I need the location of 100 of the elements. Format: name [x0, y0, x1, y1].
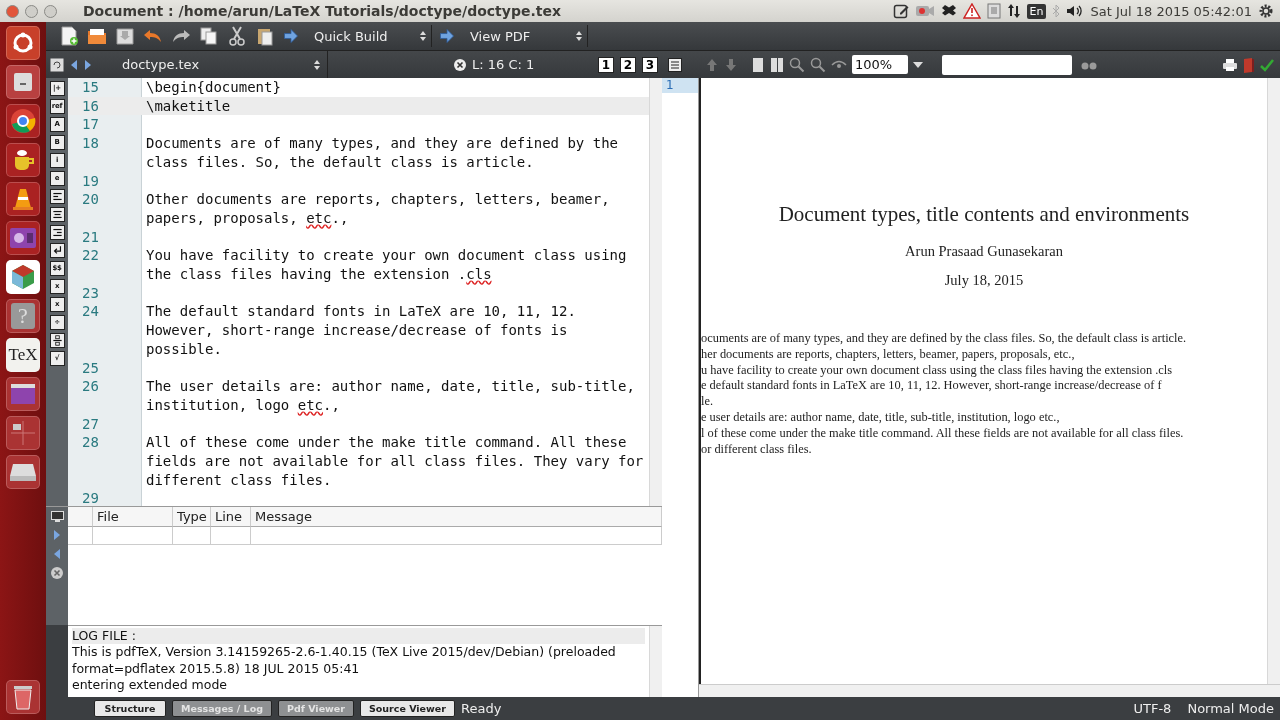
- copy-icon[interactable]: [198, 25, 220, 47]
- zoom-field[interactable]: 100%: [852, 55, 908, 74]
- document-text-line: u have facility to create your own document class using the class files having the extension .cls: [701, 362, 1174, 379]
- back-arrow-icon[interactable]: [70, 58, 78, 71]
- pages-icon[interactable]: [770, 56, 784, 73]
- down-arrow-icon[interactable]: [724, 57, 738, 72]
- view-button[interactable]: 1: [598, 56, 614, 73]
- document-title: Document types, title contents and environments: [778, 202, 1190, 227]
- up-arrow-icon[interactable]: [705, 57, 719, 72]
- fraction-icon[interactable]: [49, 333, 65, 348]
- spinner-icon: [419, 30, 427, 42]
- dropdown-icon[interactable]: [913, 61, 923, 68]
- spinner-icon: [313, 58, 321, 71]
- code-line: fields are not available for all class files. They vary for: [146, 452, 644, 471]
- forward-arrow-icon[interactable]: [84, 58, 92, 71]
- column-header[interactable]: Message: [251, 507, 662, 527]
- view-select[interactable]: View PDF: [462, 25, 588, 47]
- edit-icon[interactable]: [892, 3, 909, 19]
- code-line: You have facility to create your own document class using: [146, 246, 627, 266]
- document-text-line: ocuments are of many types, and they are defined by the class files. So, the default class is article.: [701, 331, 1188, 347]
- line-number: 29: [81, 489, 100, 506]
- search-field[interactable]: [942, 54, 1072, 75]
- line-number: 27: [81, 414, 100, 434]
- cube-icon[interactable]: [6, 260, 40, 294]
- column-header[interactable]: Type: [173, 507, 211, 527]
- column-header[interactable]: File: [93, 507, 173, 527]
- up-down-arrows-icon[interactable]: [1006, 3, 1021, 19]
- refresh-icon[interactable]: [50, 57, 64, 72]
- status-text: Ready: [461, 701, 502, 716]
- video-camera-icon[interactable]: [914, 4, 935, 18]
- build-select[interactable]: Quick Build: [306, 25, 432, 47]
- page-thumbnail[interactable]: 1: [662, 78, 698, 93]
- keyboard-layout-indicator[interactable]: En: [1026, 3, 1047, 19]
- drive-icon[interactable]: [6, 455, 40, 489]
- file-cabinet-icon[interactable]: [6, 65, 40, 99]
- ubuntu-logo-icon[interactable]: [6, 26, 40, 60]
- scrollbar[interactable]: [1267, 78, 1280, 684]
- document-text-line: l of these come under the make title command. All these fields are not available for all class files.: [701, 425, 1185, 442]
- warning-icon[interactable]: [962, 3, 981, 19]
- document-text-line: e default standard fonts in LaTeX are 10, 11, 12. However, short-range increase/decrease of f: [701, 378, 1163, 395]
- new-file-icon[interactable]: [58, 25, 80, 47]
- box-icon[interactable]: [940, 4, 957, 18]
- panel-toggle[interactable]: Structure: [94, 700, 166, 717]
- volume-icon[interactable]: [1066, 4, 1085, 18]
- code-line: All of these come under the make title command. All these: [146, 433, 627, 453]
- code-line: different class files.: [146, 470, 332, 490]
- trash-icon[interactable]: [6, 680, 40, 714]
- code-line: possible.: [146, 339, 222, 359]
- scissors-icon[interactable]: [226, 25, 248, 47]
- zoom-out-icon[interactable]: [810, 56, 826, 73]
- horizontal-scrollbar[interactable]: [699, 684, 1280, 697]
- printer-icon[interactable]: [1222, 57, 1238, 72]
- line-number: 21: [81, 227, 100, 247]
- tex-launcher[interactable]: TeX: [6, 338, 40, 372]
- clock[interactable]: Sat Jul 18 2015 05:42:01: [1090, 3, 1252, 19]
- log-line: This is pdfTeX, Version 3.14159265-2.6-1.40.15 (TeX Live 2015/dev/Debian) (preloaded: [72, 644, 617, 661]
- code-line: Other documents are reports, chapters, letters, beamer,: [146, 190, 610, 209]
- panel-toggle[interactable]: Source Viewer: [360, 700, 455, 717]
- code-line: institution, logo etc.,: [146, 395, 340, 415]
- view-button[interactable]: 2: [620, 56, 636, 73]
- code-line: The default standard fonts in LaTeX are 10, 11, 12.: [146, 302, 576, 322]
- document-text-line: her documents are reports, chapters, letters, beamer, papers, proposals, etc.,: [701, 346, 1076, 363]
- document-text-line: e user details are: author name, date, title, sub-title, institution, logo etc.,: [701, 410, 1061, 426]
- align-left-icon[interactable]: [49, 189, 65, 204]
- zoom-in-icon[interactable]: [789, 56, 805, 73]
- code-line: papers, proposals, etc.,: [146, 208, 349, 228]
- cursor-position: L: 16 C: 1: [472, 57, 536, 72]
- spellcheck-icon[interactable]: [1260, 57, 1274, 72]
- line-number: 28: [81, 433, 100, 453]
- scrollbar[interactable]: [649, 78, 662, 506]
- align-right-icon[interactable]: [49, 225, 65, 240]
- encoding-label: UTF-8: [1133, 701, 1172, 716]
- line-number: 18: [81, 134, 100, 153]
- line-number: 26: [81, 377, 100, 396]
- workspace-switcher-icon[interactable]: [6, 416, 40, 450]
- monitor-icon[interactable]: [50, 511, 64, 522]
- close-icon[interactable]: [454, 58, 466, 71]
- table-cell: [173, 527, 211, 545]
- view-button[interactable]: 3: [642, 56, 658, 73]
- teapot-icon[interactable]: [6, 143, 40, 177]
- code-line: Documents are of many types, and they are defined by the: [146, 134, 618, 153]
- gear-icon[interactable]: [1258, 3, 1274, 19]
- line-number: 20: [81, 190, 100, 209]
- align-center-icon[interactable]: [49, 207, 65, 222]
- code-line: class files. So, the default class is article.: [146, 152, 534, 172]
- document-date: July 18, 2015: [944, 272, 1024, 289]
- traffic-cone-icon[interactable]: [6, 182, 40, 216]
- page-icon[interactable]: [751, 56, 765, 73]
- save-icon[interactable]: [114, 25, 136, 47]
- close-button[interactable]: [6, 4, 19, 18]
- clear-icon[interactable]: [51, 567, 63, 579]
- list-icon[interactable]: [668, 57, 682, 72]
- media-player-icon[interactable]: [6, 221, 40, 255]
- window-icon[interactable]: [6, 377, 40, 411]
- browser-icon[interactable]: [6, 104, 40, 138]
- line-number: 16: [81, 96, 100, 116]
- column-header[interactable]: Line: [211, 507, 251, 527]
- eye-icon[interactable]: [831, 58, 847, 71]
- scrollbar[interactable]: [649, 626, 662, 697]
- return-icon[interactable]: [49, 243, 65, 258]
